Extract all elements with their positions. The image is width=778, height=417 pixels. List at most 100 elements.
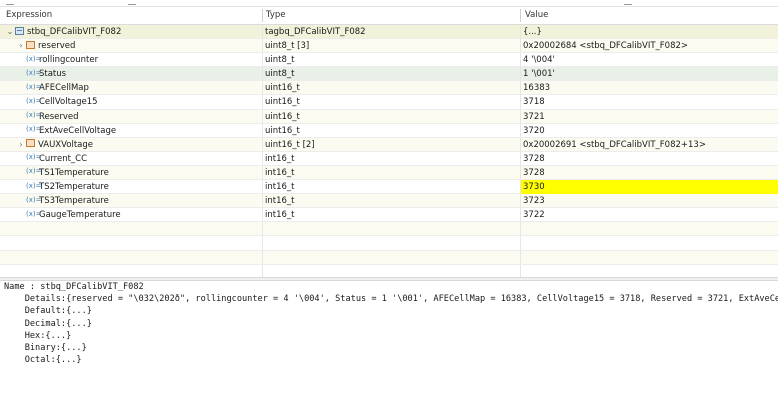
expression-cell: › reserved	[0, 39, 278, 53]
expression-rows: ⌄ stbq_DFCalibVIT_F082 tagbq_DFCalibVIT_F…	[0, 25, 778, 277]
value-cell[interactable]: 3718	[523, 95, 778, 109]
expression-cell: (x)=TS3Temperature	[0, 194, 288, 208]
type-cell: uint8_t	[265, 55, 295, 66]
type-cell: int16_t	[265, 182, 295, 193]
variable-icon: (x)=	[26, 82, 42, 91]
table-row[interactable]: (x)=Status uint8_t 1 '\001'	[0, 67, 778, 82]
expression-name: CellVoltage15	[39, 97, 98, 108]
type-cell: tagbq_DFCalibVIT_F082	[265, 27, 366, 37]
expression-cell: › VAUXVoltage	[0, 138, 278, 152]
expression-name: GaugeTemperature	[39, 210, 121, 221]
value-cell[interactable]: 3721	[523, 110, 778, 124]
table-row[interactable]: › VAUXVoltage uint16_t [2] 0x20002691 <st…	[0, 137, 778, 152]
type-cell: int16_t	[265, 196, 295, 207]
empty-row[interactable]	[0, 222, 778, 237]
column-header-value[interactable]: Value	[525, 7, 548, 24]
column-header-row: Expression Type Value	[0, 7, 778, 25]
type-cell: uint16_t [2]	[265, 139, 315, 150]
variable-icon: (x)=	[26, 209, 42, 218]
table-row[interactable]: (x)=AFECellMap uint16_t 16383	[0, 81, 778, 96]
table-row[interactable]: (x)=rollingcounter uint8_t 4 '\004'	[0, 53, 778, 68]
expression-name: reserved	[38, 41, 76, 52]
variable-icon: (x)=	[26, 153, 42, 162]
chevron-right-icon[interactable]: ›	[16, 39, 26, 53]
column-header-expression[interactable]: Expression	[6, 7, 52, 24]
toolbar-fragment	[624, 0, 632, 5]
empty-row[interactable]	[0, 236, 778, 251]
expression-cell: (x)=TS2Temperature	[0, 180, 288, 194]
type-cell: int16_t	[265, 210, 295, 221]
expression-name: TS2Temperature	[39, 182, 109, 193]
expression-cell: (x)=Status	[0, 67, 288, 81]
variable-icon: (x)=	[26, 167, 42, 176]
expression-name: TS1Temperature	[39, 167, 109, 178]
value-cell[interactable]: 3728	[523, 152, 778, 166]
value-cell[interactable]: 3723	[523, 194, 778, 208]
variable-icon: (x)=	[26, 195, 42, 204]
table-row[interactable]: (x)=ExtAveCellVoltage uint16_t 3720	[0, 123, 778, 138]
table-row[interactable]: (x)=Reserved uint16_t 3721	[0, 109, 778, 124]
table-row[interactable]: (x)=GaugeTemperature int16_t 3722	[0, 208, 778, 223]
empty-row[interactable]	[0, 250, 778, 265]
type-cell: uint16_t	[265, 97, 300, 108]
details-binary-line: Binary:{...}	[4, 343, 87, 354]
chevron-right-icon[interactable]: ›	[16, 138, 26, 152]
value-cell[interactable]: 0x20002691 <stbq_DFCalibVIT_F082+13>	[523, 138, 778, 152]
expressions-tree[interactable]: Expression Type Value ⌄ stbq_DFCalibVIT_F…	[0, 7, 778, 277]
type-cell: uint16_t	[265, 83, 300, 94]
table-row[interactable]: ⌄ stbq_DFCalibVIT_F082 tagbq_DFCalibVIT_F…	[0, 25, 778, 40]
expression-cell: (x)=Current_CC	[0, 152, 288, 166]
expression-cell: (x)=ExtAveCellVoltage	[0, 124, 288, 138]
column-header-type[interactable]: Type	[266, 7, 286, 24]
details-summary-line: Details:{reserved = "\032\202ð", rolling…	[24, 294, 778, 305]
details-name-line: Name : stbq_DFCalibVIT_F082	[4, 282, 144, 292]
details-pane[interactable]: Name : stbq_DFCalibVIT_F082 Details:{res…	[0, 281, 778, 417]
table-row[interactable]: › reserved uint8_t [3] 0x20002684 <stbq_D…	[0, 39, 778, 54]
details-decimal-line: Decimal:{...}	[4, 318, 92, 329]
chevron-down-icon[interactable]: ⌄	[5, 25, 15, 39]
empty-row[interactable]	[0, 264, 778, 277]
expression-name: Current_CC	[39, 153, 88, 164]
type-cell: uint16_t	[265, 111, 300, 122]
expression-cell: (x)=rollingcounter	[0, 53, 288, 67]
details-default-line: Default:{...}	[4, 306, 92, 317]
value-cell[interactable]: 0x20002684 <stbq_DFCalibVIT_F082>	[523, 39, 778, 53]
changed-value-cell[interactable]: 3730	[521, 180, 778, 195]
array-icon	[26, 139, 35, 148]
value-cell[interactable]: 4 '\004'	[523, 53, 778, 67]
expression-name: VAUXVoltage	[38, 139, 94, 150]
value-cell[interactable]: 1 '\001'	[523, 67, 778, 81]
details-octal-line: Octal:{...}	[4, 355, 82, 366]
table-row[interactable]: (x)=TS3Temperature int16_t 3723	[0, 194, 778, 209]
type-cell: int16_t	[265, 167, 295, 178]
value-cell[interactable]: {...}	[523, 25, 778, 39]
expression-cell: (x)=GaugeTemperature	[0, 208, 288, 222]
array-icon	[26, 40, 35, 49]
top-panel-edge	[0, 0, 778, 7]
type-cell: uint8_t	[265, 69, 295, 80]
value-cell[interactable]: 3722	[523, 208, 778, 222]
expression-name: Reserved	[39, 111, 79, 122]
table-row[interactable]: (x)=TS2Temperature int16_t 3730	[0, 180, 778, 195]
expression-name: rollingcounter	[39, 55, 99, 66]
variable-icon: (x)=	[26, 96, 42, 105]
expression-name: TS3Temperature	[39, 196, 109, 207]
expression-cell: ⌄ stbq_DFCalibVIT_F082	[0, 25, 267, 39]
variable-icon: (x)=	[26, 111, 42, 120]
variable-icon: (x)=	[26, 125, 42, 134]
variable-icon: (x)=	[26, 68, 42, 77]
struct-icon	[15, 26, 24, 35]
value-cell[interactable]: 3720	[523, 124, 778, 138]
value-cell[interactable]: 3728	[523, 166, 778, 180]
toolbar-fragment	[6, 0, 14, 5]
column-divider[interactable]	[262, 9, 263, 22]
table-row[interactable]: (x)=TS1Temperature int16_t 3728	[0, 165, 778, 181]
variable-icon: (x)=	[26, 54, 42, 63]
expression-cell: (x)=Reserved	[0, 110, 288, 124]
table-row[interactable]: (x)=Current_CC int16_t 3728	[0, 151, 778, 166]
table-row[interactable]: (x)=CellVoltage15 uint16_t 3718	[0, 95, 778, 110]
expression-cell: (x)=TS1Temperature	[0, 166, 288, 180]
column-divider[interactable]	[520, 9, 521, 22]
value-cell[interactable]: 16383	[523, 81, 778, 95]
expression-name: AFECellMap	[39, 83, 89, 94]
